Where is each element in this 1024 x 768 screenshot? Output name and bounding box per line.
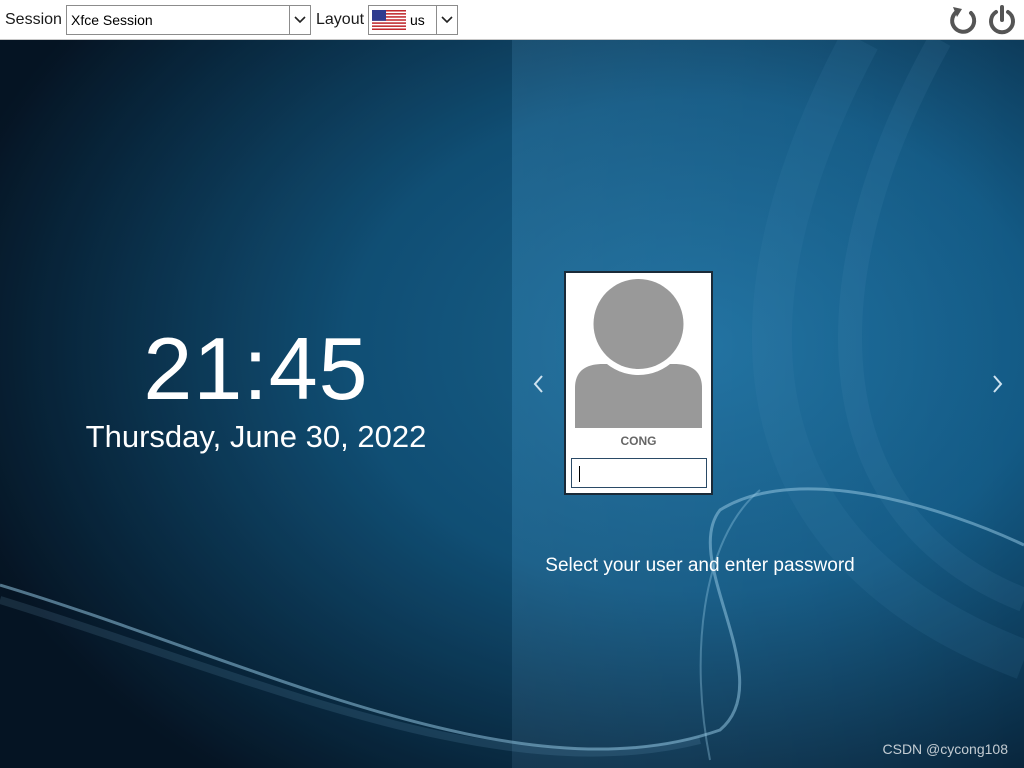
layout-select[interactable]: us — [368, 5, 458, 35]
top-panel: Session Xfce Session Layout us — [0, 0, 1024, 40]
login-hint: Select your user and enter password — [545, 555, 855, 576]
username-label: CONG — [620, 434, 657, 448]
chevron-down-icon — [441, 16, 453, 24]
clock-date: Thursday, June 30, 2022 — [85, 419, 427, 454]
clock-time: 21:45 — [143, 319, 369, 418]
power-button[interactable] — [987, 4, 1017, 36]
restart-icon — [950, 7, 977, 34]
session-dropdown-button[interactable] — [289, 6, 310, 34]
layout-dropdown-button[interactable] — [436, 6, 457, 34]
power-icon — [989, 5, 1015, 35]
chevron-right-icon — [993, 375, 1003, 393]
text-caret — [579, 466, 580, 482]
restart-button[interactable] — [949, 4, 979, 36]
us-flag-icon — [372, 10, 406, 30]
password-input[interactable] — [571, 458, 707, 488]
next-user-button[interactable] — [986, 372, 1008, 396]
session-label: Session — [5, 11, 62, 28]
chevron-down-icon — [294, 16, 306, 24]
user-card[interactable]: CONG — [564, 271, 713, 495]
previous-user-button[interactable] — [528, 372, 550, 396]
session-select-value: Xfce Session — [71, 12, 153, 28]
user-avatar-icon — [575, 278, 702, 428]
watermark: CSDN @cycong108 — [882, 741, 1009, 757]
layout-label: Layout — [316, 11, 365, 28]
login-screen: Session Xfce Session Layout us 21:45 Thu… — [0, 0, 1024, 768]
session-select[interactable]: Xfce Session — [66, 5, 311, 35]
chevron-left-icon — [533, 375, 543, 393]
layout-select-value: us — [410, 12, 425, 28]
